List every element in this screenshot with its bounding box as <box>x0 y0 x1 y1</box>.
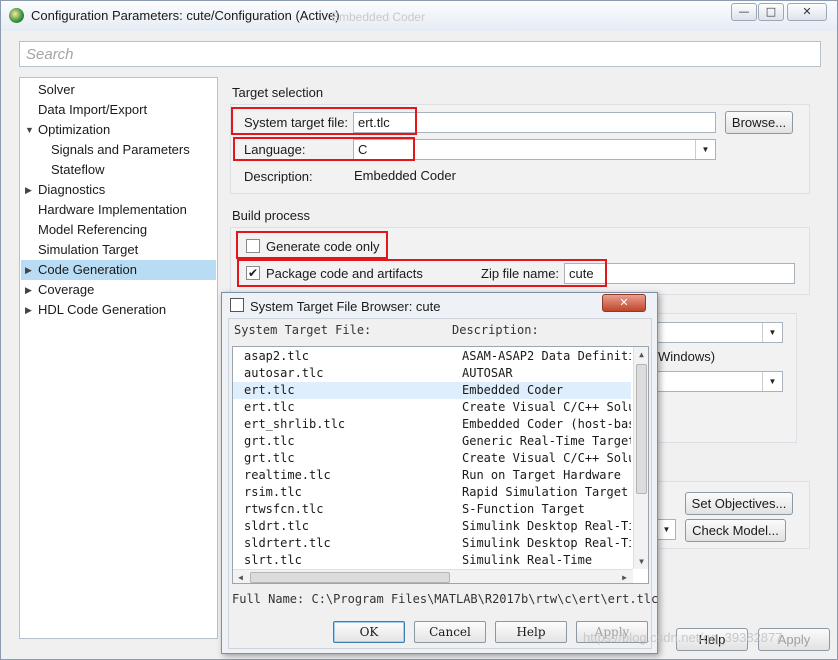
window-title: Configuration Parameters: cute/Configura… <box>31 8 340 23</box>
scroll-down-icon[interactable]: ▼ <box>634 554 648 569</box>
help-button[interactable]: Help <box>495 621 567 643</box>
search-input[interactable] <box>24 44 804 64</box>
dialog-close-button[interactable]: ✕ <box>602 294 646 312</box>
tree-item-code-generation-row[interactable]: ▶ Code Generation <box>21 260 216 280</box>
list-item[interactable]: autosar.tlc AUTOSAR <box>233 365 631 382</box>
collapsed-arrow-icon: ▶ <box>25 265 32 275</box>
target-selection-heading: Target selection <box>232 85 324 100</box>
dialog-title: System Target File Browser: cute <box>250 299 441 314</box>
dialog-body: System Target File: Description: asap2.t… <box>228 318 658 649</box>
list-item[interactable]: ert.tlcCreate Visual C/C++ Solution <box>233 399 631 416</box>
check-model-button[interactable]: Check Model... <box>685 519 786 542</box>
annotation-highlight-package <box>237 259 607 287</box>
collapsed-arrow-icon[interactable]: ▶ <box>25 180 35 200</box>
list-item-selected[interactable]: ert.tlc Embedded Coder <box>233 382 631 399</box>
annotation-highlight-generate <box>236 231 388 259</box>
tree-item-diagnostics[interactable]: Diagnostics <box>38 180 105 200</box>
scroll-right-icon[interactable]: ▶ <box>617 570 632 583</box>
ghost-title-text: Embedded Coder <box>331 10 426 24</box>
list-item[interactable]: rsim.tlc Rapid Simulation Target <box>233 484 631 501</box>
tree-item-stateflow[interactable]: Stateflow <box>51 160 104 180</box>
category-tree: Solver Data Import/Export ▼ Optimization… <box>19 77 218 639</box>
vertical-scroll-thumb[interactable] <box>636 364 647 494</box>
target-file-list: asap2.tlcASAM-ASAP2 Data Definition auto… <box>232 346 649 584</box>
tree-item-simulation-target[interactable]: Simulation Target <box>38 240 138 260</box>
list-item[interactable]: sldrt.tlcSimulink Desktop Real-Time <box>233 518 631 535</box>
vertical-scrollbar[interactable]: ▲ ▼ <box>633 347 648 569</box>
list-item[interactable]: slrt.tlc Simulink Real-Time <box>233 552 631 569</box>
list-item[interactable]: ert_shrlib.tlcEmbedded Coder (host-based <box>233 416 631 433</box>
tree-item-coverage[interactable]: Coverage <box>38 280 94 300</box>
watermark-text: https://blog.csdn.net/qq_39382877 <box>583 630 783 645</box>
tree-item-hardware-implementation[interactable]: Hardware Implementation <box>38 200 187 220</box>
cancel-button[interactable]: Cancel <box>414 621 486 643</box>
build-process-heading: Build process <box>232 208 311 223</box>
description-label: Description: <box>244 169 313 184</box>
list-item[interactable]: grt.tlcCreate Visual C/C++ Solution <box>233 450 631 467</box>
tree-item-optimization[interactable]: Optimization <box>38 120 110 140</box>
title-bar[interactable]: Configuration Parameters: cute/Configura… <box>1 1 837 31</box>
ok-button[interactable]: OK <box>333 621 405 643</box>
annotation-highlight-target <box>231 107 417 135</box>
column-header-description[interactable]: Description: <box>452 323 539 337</box>
column-header-file[interactable]: System Target File: <box>234 323 371 337</box>
maximize-button[interactable]: □ <box>758 3 784 21</box>
chevron-down-icon: ▼ <box>762 323 782 342</box>
search-box <box>19 41 821 67</box>
annotation-highlight-language <box>233 137 415 161</box>
full-name-text: Full Name: C:\Program Files\MATLAB\R2017… <box>232 592 659 606</box>
tree-item-solver[interactable]: Solver <box>38 80 75 100</box>
horizontal-scroll-thumb[interactable] <box>250 572 450 583</box>
collapsed-arrow-icon[interactable]: ▶ <box>25 300 35 320</box>
dialog-app-icon <box>230 298 244 312</box>
tree-item-code-generation: Code Generation <box>38 262 138 277</box>
scroll-left-icon[interactable]: ◀ <box>233 570 248 583</box>
list-item[interactable]: sldrtert.tlcSimulink Desktop Real-Time <box>233 535 631 552</box>
background-windows-text: Windows) <box>658 349 716 364</box>
tree-item-data-import-export[interactable]: Data Import/Export <box>38 100 147 120</box>
list-item[interactable]: asap2.tlcASAM-ASAP2 Data Definition <box>233 348 631 365</box>
list-item[interactable]: rtwsfcn.tlc S-Function Target <box>233 501 631 518</box>
list-item[interactable]: realtime.tlc Run on Target Hardware <box>233 467 631 484</box>
chevron-down-icon: ▼ <box>657 520 675 539</box>
scroll-up-icon[interactable]: ▲ <box>634 347 648 362</box>
horizontal-scrollbar[interactable]: ◀ ▶ <box>233 569 633 583</box>
background-select-3[interactable]: ▼ <box>656 519 676 540</box>
minimize-button[interactable]: — <box>731 3 757 21</box>
tree-item-signals-and-parameters[interactable]: Signals and Parameters <box>51 140 190 160</box>
expanded-arrow-icon[interactable]: ▼ <box>25 120 35 140</box>
list-header: System Target File: Description: <box>232 323 648 341</box>
system-target-file-browser-dialog: System Target File Browser: cute ✕ Syste… <box>221 292 658 654</box>
background-select-2[interactable]: ▼ <box>656 371 783 392</box>
description-value: Embedded Coder <box>354 168 456 183</box>
close-button[interactable]: ✕ <box>787 3 827 21</box>
list-item[interactable]: grt.tlc Generic Real-Time Target <box>233 433 631 450</box>
set-objectives-button[interactable]: Set Objectives... <box>685 492 793 515</box>
simulink-app-icon <box>9 8 24 23</box>
collapsed-arrow-icon[interactable]: ▶ <box>25 280 35 300</box>
chevron-down-icon: ▼ <box>695 140 715 159</box>
browse-button[interactable]: Browse... <box>725 111 793 134</box>
tree-item-hdl-code-generation[interactable]: HDL Code Generation <box>38 300 166 320</box>
background-select-1[interactable]: ▼ <box>656 322 783 343</box>
chevron-down-icon: ▼ <box>762 372 782 391</box>
tree-item-model-referencing[interactable]: Model Referencing <box>38 220 147 240</box>
